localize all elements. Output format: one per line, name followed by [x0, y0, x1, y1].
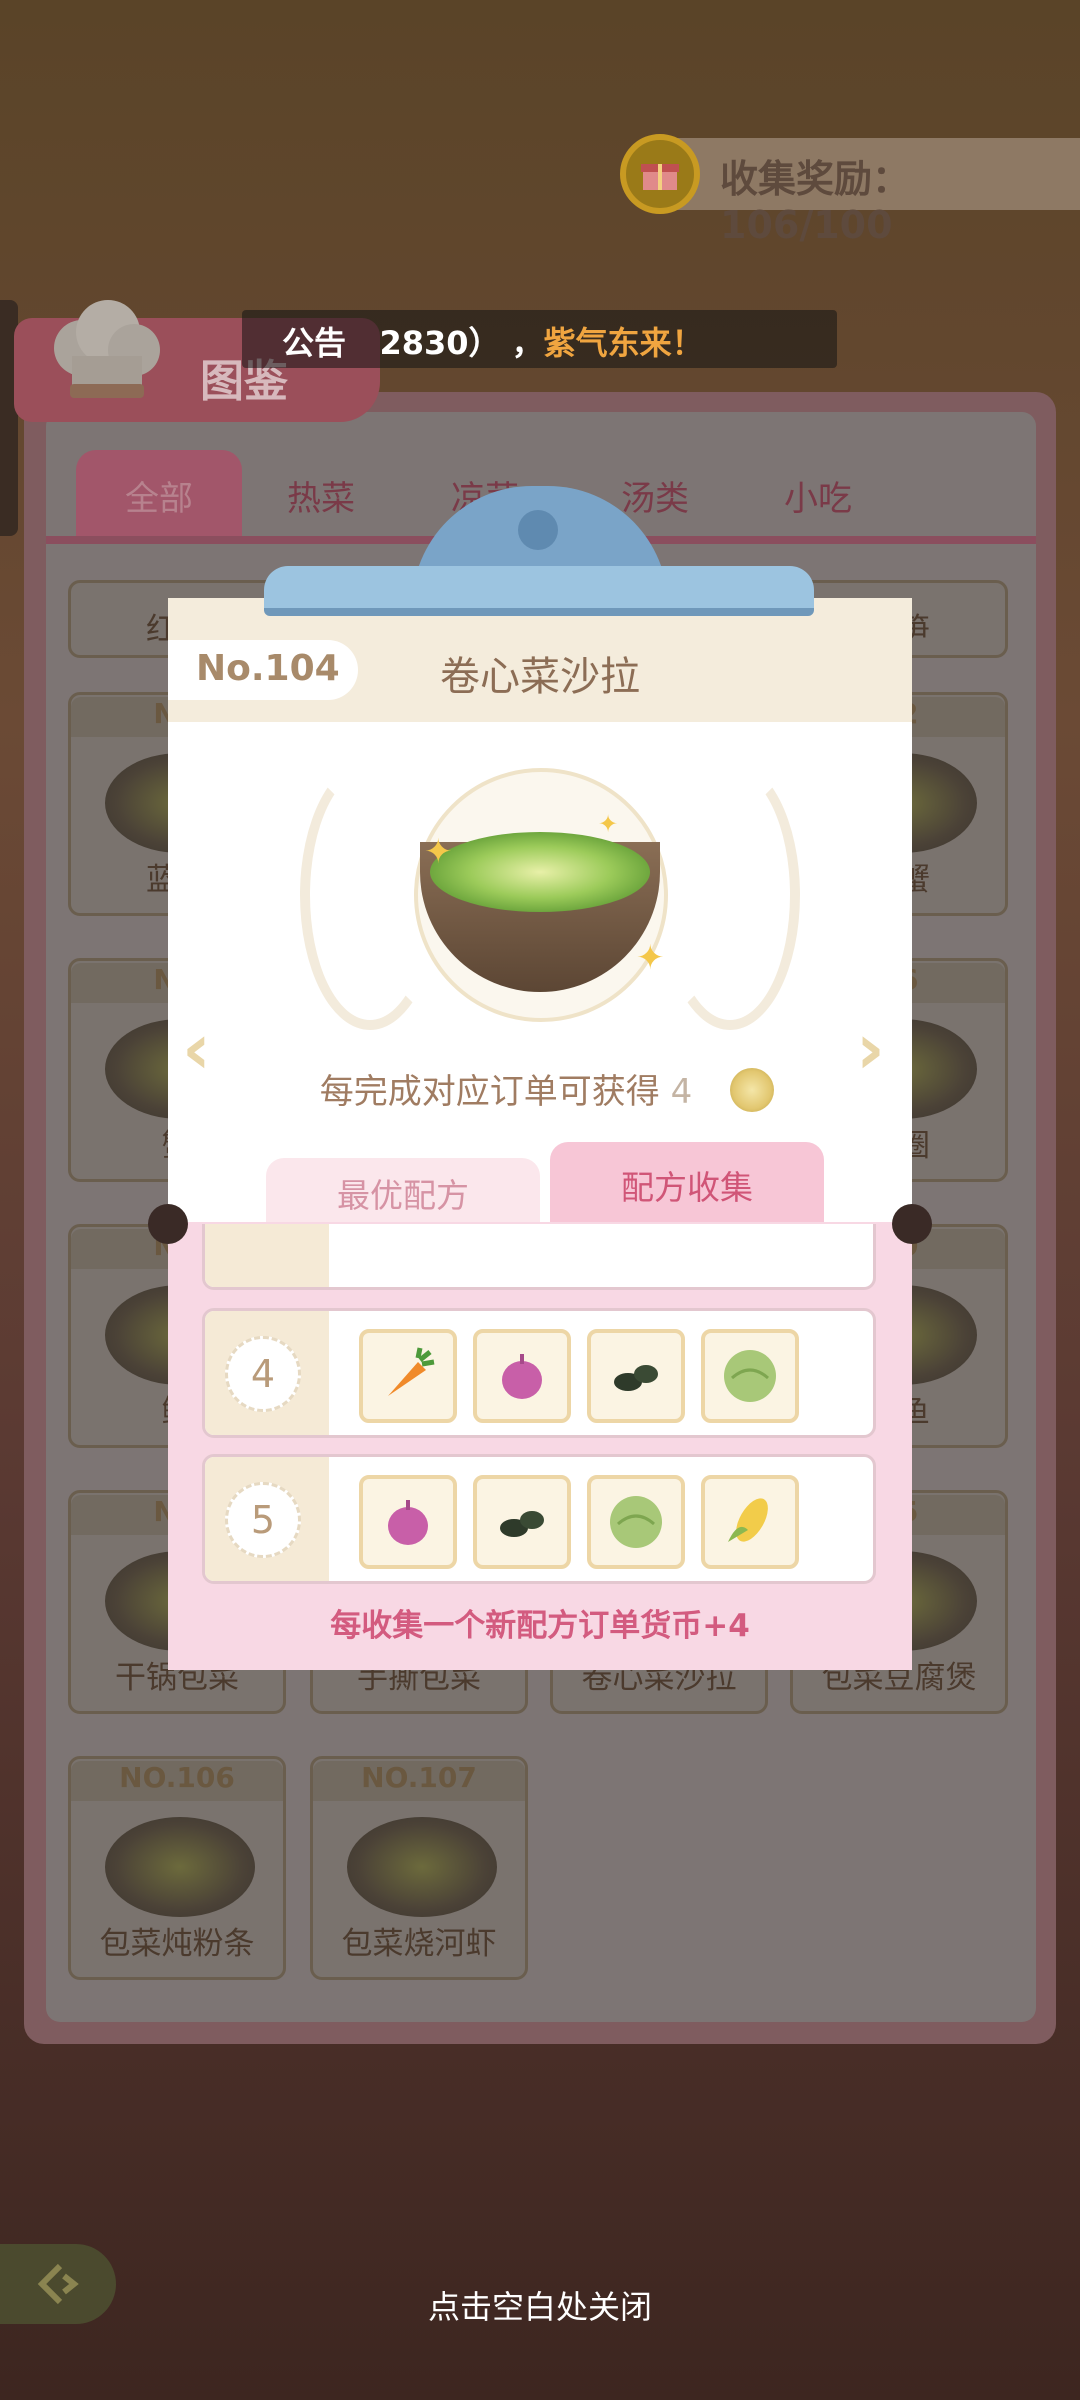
carrot-icon [359, 1329, 457, 1423]
collection-bonus-text: 每收集一个新配方订单货币+4 [330, 1608, 750, 1644]
recipe-index: 4 [205, 1311, 329, 1435]
recipe-index-number: 5 [225, 1482, 301, 1558]
dialog-notch-left [148, 1204, 188, 1244]
order-reward-label: 每完成对应订单可获得 [319, 1072, 660, 1112]
coin-icon [730, 1068, 774, 1112]
announcement-code: 2830） [379, 324, 501, 362]
cabbage-icon [701, 1329, 799, 1423]
recipe-row: 5 [202, 1454, 876, 1584]
corn-icon [701, 1475, 799, 1569]
black-fungus-icon [473, 1475, 571, 1569]
chef-hat-icon [54, 300, 160, 398]
dish-number: NO.107 [313, 1761, 525, 1801]
dish-card[interactable]: NO.106 包菜炖粉条 [68, 1756, 286, 1980]
announcement-prefix: 公告 [282, 324, 347, 362]
announcement-separator: ， [511, 324, 544, 362]
dish-title: 卷心菜沙拉 [440, 654, 640, 700]
announcement-highlight: 紫气东来！ [543, 324, 704, 362]
gift-icon[interactable] [620, 134, 700, 214]
tab-recipe-collection[interactable]: 配方收集 [550, 1142, 824, 1228]
dish-image [347, 1817, 497, 1917]
tab-snacks[interactable]: 小吃 [740, 450, 896, 540]
dialog-notch-right [892, 1204, 932, 1244]
dish-image [105, 1817, 255, 1917]
onion-icon [473, 1329, 571, 1423]
sparkle-icon: ✦ [636, 938, 665, 978]
dish-name: 包菜烧河虾 [341, 1926, 497, 1962]
recipe-row: 4 [202, 1308, 876, 1438]
clipboard-clip-hole [518, 510, 558, 550]
salad-image [430, 832, 650, 912]
black-fungus-icon [587, 1329, 685, 1423]
dish-name: 包菜炖粉条 [99, 1926, 255, 1962]
recipe-index [205, 1224, 329, 1287]
dish-card[interactable]: NO.107 包菜烧河虾 [310, 1756, 528, 1980]
onion-icon [359, 1475, 457, 1569]
announcement-text: 公告 2830） ，紫气东来！ [282, 318, 704, 364]
tab-all[interactable]: 全部 [76, 450, 242, 540]
recipe-index: 5 [205, 1457, 329, 1581]
close-hint[interactable]: 点击空白处关闭 [0, 2282, 1080, 2328]
dish-number: No.104 [196, 648, 340, 689]
dish-number: NO.106 [71, 1761, 283, 1801]
order-reward-text: 每完成对应订单可获得 4 [196, 1064, 816, 1113]
sparkle-icon: ✦ [424, 832, 453, 872]
tab-best-recipe[interactable]: 最优配方 [266, 1158, 540, 1228]
cabbage-icon [587, 1475, 685, 1569]
sparkle-icon: ✦ [598, 810, 619, 838]
next-arrow-icon[interactable]: › [856, 1008, 885, 1090]
collection-reward-label: 收集奖励：106/100 [720, 157, 911, 247]
recipe-row-partial [202, 1224, 876, 1290]
tab-hot-dishes[interactable]: 热菜 [242, 450, 400, 540]
order-reward-value: 4 [670, 1072, 693, 1112]
laurel-right-icon [660, 760, 800, 1030]
clipboard-bar [264, 566, 814, 616]
recipe-index-number: 4 [225, 1336, 301, 1412]
